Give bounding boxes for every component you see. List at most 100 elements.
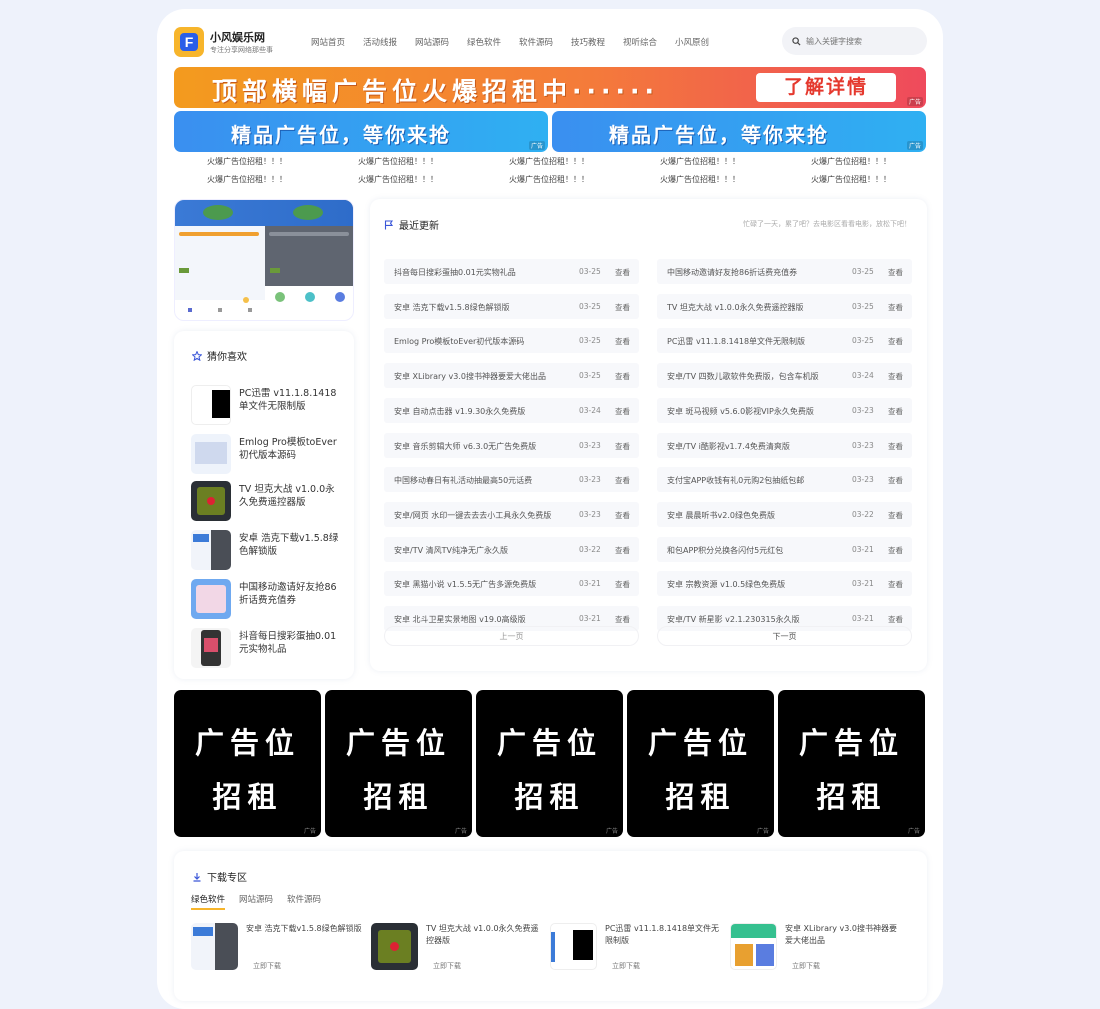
text-ad-link[interactable]: 火爆广告位招租！！！ bbox=[207, 156, 358, 167]
update-row[interactable]: 安卓/TV i酷影视v1.7.4免费清爽版 03-23 查看 bbox=[657, 432, 912, 458]
update-row[interactable]: 安卓 自动点击器 v1.9.30永久免费版 03-24 查看 bbox=[384, 397, 639, 423]
app-screenshot[interactable] bbox=[174, 199, 354, 321]
view-link[interactable]: 查看 bbox=[615, 510, 630, 521]
view-link[interactable]: 查看 bbox=[888, 475, 903, 486]
update-row[interactable]: 安卓/TV 清风TV纯净无广永久版 03-22 查看 bbox=[384, 536, 639, 562]
view-link[interactable]: 查看 bbox=[615, 441, 630, 452]
top-banner-ad[interactable]: 顶部横幅广告位火爆招租中······ 了解详情 广告 bbox=[174, 67, 926, 108]
update-title: 支付宝APP收钱有礼0元购2包抽纸包邮 bbox=[667, 476, 805, 486]
item-thumbnail bbox=[371, 923, 418, 970]
text-ad-link[interactable]: 火爆广告位招租！！！ bbox=[660, 156, 811, 167]
text-ad-link[interactable]: 火爆广告位招租！！！ bbox=[811, 174, 943, 185]
nav-item-software-source[interactable]: 软件源码 bbox=[519, 36, 571, 48]
favorite-item[interactable]: 中国移动邀请好友抢86折话费充值券 bbox=[191, 579, 346, 623]
download-now-button[interactable]: 立即下载 bbox=[253, 961, 281, 971]
update-row[interactable]: 安卓 黑猫小说 v1.5.5无广告多源免费版 03-21 查看 bbox=[384, 571, 639, 597]
nav-item-tutorials[interactable]: 技巧教程 bbox=[571, 36, 623, 48]
text-ad-link[interactable]: 火爆广告位招租！！！ bbox=[358, 156, 509, 167]
update-row[interactable]: 安卓/网页 水印一键去去去小工具永久免费版 03-23 查看 bbox=[384, 501, 639, 527]
nav-item-media[interactable]: 视听综合 bbox=[623, 36, 675, 48]
view-link[interactable]: 查看 bbox=[888, 302, 903, 313]
update-row[interactable]: 安卓 音乐剪辑大师 v6.3.0无广告免费版 03-23 查看 bbox=[384, 432, 639, 458]
site-logo[interactable]: F bbox=[174, 27, 204, 57]
update-row[interactable]: 支付宝APP收钱有礼0元购2包抽纸包邮 03-23 查看 bbox=[657, 467, 912, 493]
nav-item-site-source[interactable]: 网站源码 bbox=[415, 36, 467, 48]
next-page-button[interactable]: 下一页 bbox=[657, 626, 912, 646]
square-ad-4[interactable]: 广告位 招租 广告 bbox=[627, 690, 774, 837]
view-link[interactable]: 查看 bbox=[615, 579, 630, 590]
view-link[interactable]: 查看 bbox=[888, 441, 903, 452]
download-item[interactable]: 安卓 浩克下载v1.5.8绿色解锁版 立即下载 bbox=[191, 923, 362, 973]
ad-tag: 广告 bbox=[906, 97, 923, 106]
update-row[interactable]: 安卓 XLibrary v3.0搜书神器要爱大佬出品 03-25 查看 bbox=[384, 363, 639, 389]
nav-item-deals[interactable]: 活动线报 bbox=[363, 36, 415, 48]
update-row[interactable]: 安卓/TV 四数儿歌软件免费版，包含车机版 03-24 查看 bbox=[657, 363, 912, 389]
tab-software-source[interactable]: 软件源码 bbox=[287, 893, 321, 910]
square-ad-3[interactable]: 广告位 招租 广告 bbox=[476, 690, 623, 837]
update-row[interactable]: 抖音每日搜彩蛋抽0.01元实物礼品 03-25 查看 bbox=[384, 259, 639, 284]
view-link[interactable]: 查看 bbox=[615, 371, 630, 382]
view-link[interactable]: 查看 bbox=[615, 336, 630, 347]
update-row[interactable]: 中国移动春日有礼活动抽最高50元话费 03-23 查看 bbox=[384, 467, 639, 493]
download-now-button[interactable]: 立即下载 bbox=[612, 961, 640, 971]
text-ad-link[interactable]: 火爆广告位招租！！！ bbox=[509, 174, 660, 185]
view-link[interactable]: 查看 bbox=[615, 475, 630, 486]
tab-site-source[interactable]: 网站源码 bbox=[239, 893, 273, 910]
half-banner-text: 精品广告位，等你来抢 bbox=[609, 123, 829, 147]
favorite-item[interactable]: 抖音每日搜彩蛋抽0.01元实物礼品 bbox=[191, 628, 346, 672]
view-link[interactable]: 查看 bbox=[888, 267, 903, 278]
favorite-item[interactable]: Emlog Pro模板toEver初代版本源码 bbox=[191, 434, 346, 478]
update-row[interactable]: 和包APP积分兑换各闪付5元红包 03-21 查看 bbox=[657, 536, 912, 562]
tab-green-software[interactable]: 绿色软件 bbox=[191, 893, 226, 910]
view-link[interactable]: 查看 bbox=[888, 371, 903, 382]
nav-item-home[interactable]: 网站首页 bbox=[311, 36, 363, 48]
view-link[interactable]: 查看 bbox=[615, 267, 630, 278]
text-ad-link[interactable]: 火爆广告位招租！！！ bbox=[358, 174, 509, 185]
view-link[interactable]: 查看 bbox=[888, 510, 903, 521]
update-title: 安卓 北斗卫星实景地图 v19.0高级版 bbox=[394, 615, 526, 624]
text-ad-link[interactable]: 火爆广告位招租！！！ bbox=[811, 156, 943, 167]
update-row[interactable]: Emlog Pro模板toEver初代版本源码 03-25 查看 bbox=[384, 328, 639, 354]
view-link[interactable]: 查看 bbox=[888, 545, 903, 556]
square-ad-1[interactable]: 广告位 招租 广告 bbox=[174, 690, 321, 837]
view-link[interactable]: 查看 bbox=[888, 406, 903, 417]
update-row[interactable]: 安卓 宗教资源 v1.0.5绿色免费版 03-21 查看 bbox=[657, 571, 912, 597]
star-icon bbox=[192, 350, 202, 361]
half-banner-ad-left[interactable]: 精品广告位，等你来抢 广告 bbox=[174, 111, 548, 152]
favorite-item[interactable]: TV 坦克大战 v1.0.0永久免费遥控器版 bbox=[191, 481, 346, 525]
half-banner-ad-right[interactable]: 精品广告位，等你来抢 广告 bbox=[552, 111, 926, 152]
square-ad-2[interactable]: 广告位 招租 广告 bbox=[325, 690, 472, 837]
prev-page-button[interactable]: 上一页 bbox=[384, 626, 639, 646]
search-input[interactable] bbox=[806, 36, 916, 46]
update-row[interactable]: 安卓 浩克下载v1.5.8绿色解锁版 03-25 查看 bbox=[384, 293, 639, 319]
text-ad-link[interactable]: 火爆广告位招租！！！ bbox=[509, 156, 660, 167]
download-now-button[interactable]: 立即下载 bbox=[433, 961, 461, 971]
view-link[interactable]: 查看 bbox=[615, 614, 630, 625]
download-item[interactable]: 安卓 XLibrary v3.0搜书神器要爱大佬出品 立即下载 bbox=[730, 923, 900, 973]
learn-more-button[interactable]: 了解详情 bbox=[756, 73, 896, 102]
update-row[interactable]: TV 坦克大战 v1.0.0永久免费遥控器版 03-25 查看 bbox=[657, 293, 912, 319]
view-link[interactable]: 查看 bbox=[888, 336, 903, 347]
update-row[interactable]: 中国移动邀请好友抢86折话费充值券 03-25 查看 bbox=[657, 259, 912, 284]
download-now-button[interactable]: 立即下载 bbox=[792, 961, 820, 971]
view-link[interactable]: 查看 bbox=[888, 614, 903, 625]
nav-item-green-software[interactable]: 绿色软件 bbox=[467, 36, 519, 48]
text-ad-link[interactable]: 火爆广告位招租！！！ bbox=[207, 174, 358, 185]
view-link[interactable]: 查看 bbox=[615, 302, 630, 313]
thumb-shape bbox=[731, 924, 776, 938]
text-ad-link[interactable]: 火爆广告位招租！！！ bbox=[660, 174, 811, 185]
update-row[interactable]: 安卓 斑马视频 v5.6.0影视VIP永久免费版 03-23 查看 bbox=[657, 397, 912, 423]
view-link[interactable]: 查看 bbox=[888, 579, 903, 590]
update-row[interactable]: 安卓 晨晨听书v2.0绿色免费版 03-22 查看 bbox=[657, 501, 912, 527]
favorite-item[interactable]: 安卓 浩克下载v1.5.8绿色解锁版 bbox=[191, 530, 346, 574]
update-row[interactable]: PC迅雷 v11.1.8.1418单文件无限制版 03-25 查看 bbox=[657, 328, 912, 354]
site-name[interactable]: 小风娱乐网 bbox=[210, 29, 265, 45]
favorite-item[interactable]: PC迅雷 v11.1.8.1418单文件无限制版 bbox=[191, 385, 346, 429]
download-item[interactable]: TV 坦克大战 v1.0.0永久免费遥控器版 立即下载 bbox=[371, 923, 541, 973]
recent-updates-label: 最近更新 bbox=[399, 221, 439, 232]
download-item[interactable]: PC迅雷 v11.1.8.1418单文件无限制版 立即下载 bbox=[550, 923, 720, 973]
square-ad-5[interactable]: 广告位 招租 广告 bbox=[778, 690, 925, 837]
view-link[interactable]: 查看 bbox=[615, 545, 630, 556]
nav-item-original[interactable]: 小风原创 bbox=[675, 36, 727, 48]
view-link[interactable]: 查看 bbox=[615, 406, 630, 417]
